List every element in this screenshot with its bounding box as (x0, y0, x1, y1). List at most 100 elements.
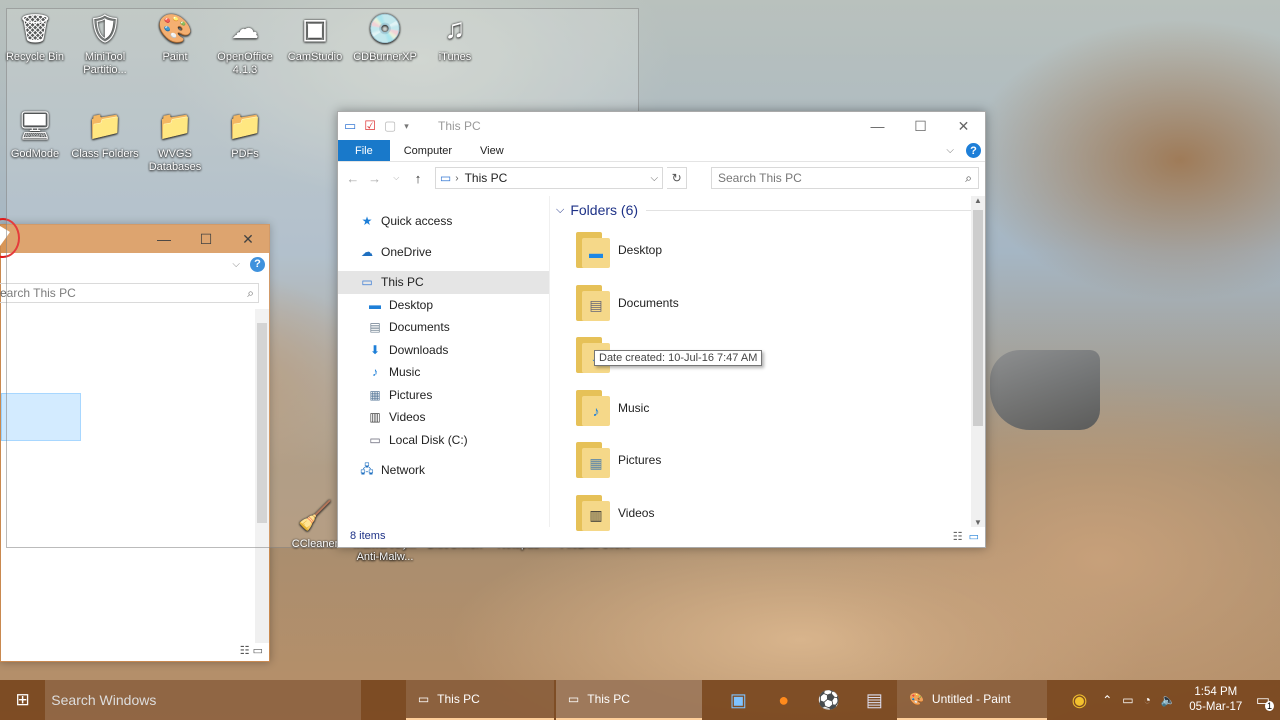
selected-item[interactable] (1, 393, 81, 441)
nav-item-desktop[interactable]: ▬ Desktop (338, 294, 549, 317)
tab-file[interactable]: File (338, 140, 390, 161)
scroll-up-icon[interactable]: ▲ (971, 196, 985, 205)
recycle-bin-icon: 🗑 (17, 12, 53, 44)
clock[interactable]: 1:54 PM 05-Mar-17 (1186, 685, 1246, 715)
new-folder-icon[interactable]: ▢ (384, 118, 396, 134)
expand-ribbon-icon[interactable]: ⌵ (946, 145, 954, 156)
search-input[interactable]: Search This PC ⌕ (711, 167, 979, 189)
notification-icon[interactable]: ▭ 1 (1256, 691, 1274, 711)
itunes-icon: ♫ (444, 12, 466, 44)
refresh-button[interactable]: ↻ (667, 167, 687, 189)
paint-doc-icon[interactable]: ▤ (852, 680, 897, 720)
desktop-icon-2[interactable]: 🎨 Paint (140, 8, 210, 64)
explorer-window[interactable]: ▭ ☑ ▢ ▾ This PC — ☐ ✕ File Computer View… (337, 111, 986, 548)
scroll-thumb[interactable] (257, 323, 267, 523)
breadcrumb[interactable]: This PC (465, 171, 508, 185)
app-icon[interactable]: ⚽ (806, 680, 851, 720)
chevron-down-icon[interactable]: ⌵ (232, 259, 240, 270)
start-button[interactable]: ⊞ (0, 680, 45, 720)
tab-view[interactable]: View (466, 140, 518, 161)
close-button[interactable]: ✕ (227, 231, 269, 248)
folder-item[interactable]: ▬ Desktop (556, 224, 985, 277)
taskbar-search[interactable]: Search Windows (45, 680, 361, 720)
godmode-taskbar-icon[interactable]: ▣ (716, 680, 761, 720)
show-hidden-icons-icon[interactable]: ⌃ (1102, 693, 1112, 707)
nav-item-documents[interactable]: ▤ Documents (338, 316, 549, 339)
bg-ribbon-row: ⌵ ? (1, 253, 269, 275)
taskbar-paint[interactable]: 🎨 Untitled - Paint (896, 680, 1048, 720)
desktop-icon-3[interactable]: ☁ OpenOffice 4.1.3 (210, 8, 280, 77)
maximize-button[interactable]: ☐ (899, 112, 942, 140)
window-title: This PC (438, 119, 481, 133)
minimize-button[interactable]: — (856, 112, 899, 140)
wifi-icon[interactable]: ◔ (1144, 693, 1151, 707)
large-icons-view-icon[interactable]: ▭ (969, 530, 979, 543)
minitool-icon: 🛡 (87, 12, 123, 44)
nav-item-onedrive[interactable]: ☁ OneDrive (338, 241, 549, 264)
nav-item-videos[interactable]: ▥ Videos (338, 406, 549, 429)
folder-front: ▬ (582, 238, 610, 269)
help-icon[interactable]: ? (966, 143, 981, 158)
desktop-icon-5[interactable]: 💿 CDBurnerXP (350, 8, 420, 64)
desktop-icon-10[interactable]: 📁 PDFs (210, 105, 280, 161)
nav-item-this-pc[interactable]: ▭ This PC (338, 271, 549, 294)
desktop-icon-1[interactable]: 🛡 MiniTool Partitio... (70, 8, 140, 77)
scroll-thumb[interactable] (973, 210, 983, 426)
minimize-button[interactable]: — (143, 231, 185, 247)
openoffice-icon: ☁ (231, 12, 259, 44)
forward-button[interactable]: → (366, 171, 384, 186)
folder-name: Desktop (618, 243, 663, 258)
properties-icon[interactable]: ☑ (364, 118, 376, 134)
folder-item[interactable]: ▤ Documents (556, 277, 985, 330)
up-button[interactable]: ↑ (409, 171, 427, 186)
desktop-icon-6[interactable]: ♫ iTunes (420, 8, 490, 64)
group-title: Folders (6) (570, 202, 639, 218)
chevron-down-icon[interactable]: ⌵ (556, 204, 564, 217)
nav-gap (338, 233, 549, 241)
background-explorer-window[interactable]: — ☐ ✕ ⌵ ? earch This PC ⌕ ☷ ▭ (0, 224, 270, 662)
address-bar[interactable]: ▭ › This PC ⌵ (434, 167, 664, 189)
breadcrumb-chevron-icon[interactable]: › (455, 173, 458, 184)
volume-icon[interactable]: 🔈 (1161, 693, 1176, 707)
taskbar-paint-label: Untitled - Paint (931, 692, 1011, 706)
back-button[interactable]: ← (344, 171, 362, 186)
chevron-down-icon[interactable]: ⌵ (646, 173, 662, 184)
desktop-icon-9[interactable]: 📁 WVGS Databases (140, 105, 210, 174)
desktop-icon-label: Class Folders (71, 148, 139, 160)
nav-item-music[interactable]: ♪ Music (338, 361, 549, 384)
desktop-icon-label: PDFs (231, 148, 259, 160)
close-button[interactable]: ✕ (942, 112, 985, 140)
bg-search-input[interactable]: earch This PC ⌕ (0, 283, 259, 303)
nav-item-downloads[interactable]: ⬇ Downloads (338, 339, 549, 362)
nav-gap (338, 263, 549, 271)
chevron-down-icon[interactable]: ▾ (404, 121, 409, 132)
taskbar-window-this-pc[interactable]: ▭ This PC (405, 680, 554, 720)
nav-item-network[interactable]: 🖧 Network (338, 459, 549, 482)
desktop-icon-8[interactable]: 📁 Class Folders (70, 105, 140, 161)
taskbar-window-this-pc-active[interactable]: ▭ This PC (555, 680, 702, 720)
nav-item-local-disk-c-[interactable]: ▭ Local Disk (C:) (338, 429, 549, 452)
tab-computer[interactable]: Computer (390, 140, 466, 161)
chrome-icon[interactable]: ◉ (1057, 680, 1102, 720)
nav-item-quick-access[interactable]: ★ Quick access (338, 210, 549, 233)
firefox-icon[interactable]: ● (761, 680, 806, 720)
nav-item-label: Quick access (381, 214, 453, 229)
help-icon[interactable]: ? (250, 256, 265, 272)
nav-item-pictures[interactable]: ▦ Pictures (338, 384, 549, 407)
content-scrollbar[interactable]: ▲ ▼ (971, 196, 985, 527)
desktop-icon-4[interactable]: ▣ CamStudio (280, 8, 350, 64)
maximize-button[interactable]: ☐ (185, 231, 227, 248)
folder-name: Pictures (618, 453, 662, 468)
paint-icon: 🎨 (908, 692, 924, 706)
desktop-icon-label: CamStudio (287, 51, 343, 63)
desktop-icon-0[interactable]: 🗑 Recycle Bin (0, 8, 70, 64)
desktop-icon-7[interactable]: 🖥 GodMode (0, 105, 70, 161)
folder-item[interactable]: ♪ Music (556, 382, 985, 435)
recent-locations-icon[interactable]: ⌵ (387, 173, 405, 183)
folders-group-header[interactable]: ⌵ Folders (6) (556, 196, 985, 224)
bg-scrollbar[interactable] (255, 309, 269, 643)
details-view-icon[interactable]: ☷ (953, 530, 963, 543)
folder-item[interactable]: ▦ Pictures (556, 434, 985, 487)
view-toggle-icons[interactable]: ☷ ▭ (240, 644, 263, 657)
battery-icon[interactable]: ▭ (1122, 693, 1133, 707)
